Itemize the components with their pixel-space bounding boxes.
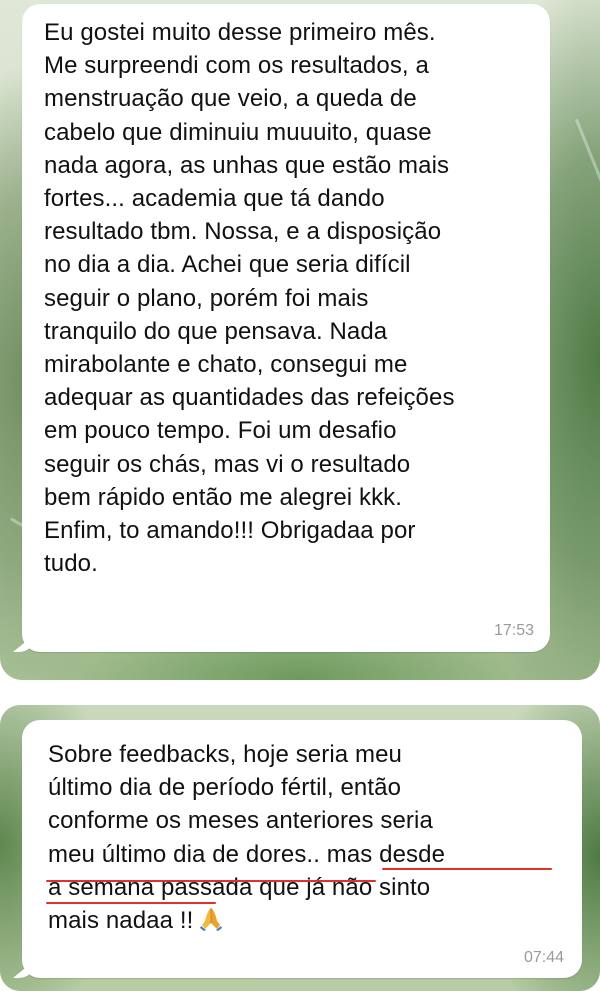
message-bubble-incoming[interactable]: Sobre feedbacks, hoje seria meu último d… [13,720,582,978]
message-text-body: Sobre feedbacks, hoje seria meu último d… [48,741,446,935]
message-timestamp: 07:44 [523,949,564,966]
message-text: Sobre feedbacks, hoje seria meu último d… [48,738,578,937]
message-text: Eu gostei muito desse primeiro mês. Me s… [44,19,455,578]
red-strikethrough-mark [382,868,552,870]
folded-hands-icon [200,908,223,932]
red-strikethrough-mark [46,902,216,904]
message-timestamp: 17:53 [493,622,534,639]
chat-screenshot-1: Eu gostei muito desse primeiro mês. Me s… [0,0,600,680]
message-bubble-incoming[interactable]: Eu gostei muito desse primeiro mês. Me s… [13,4,550,652]
red-underline-mark [46,880,376,882]
chat-screenshot-2: Sobre feedbacks, hoje seria meu último d… [0,705,600,991]
